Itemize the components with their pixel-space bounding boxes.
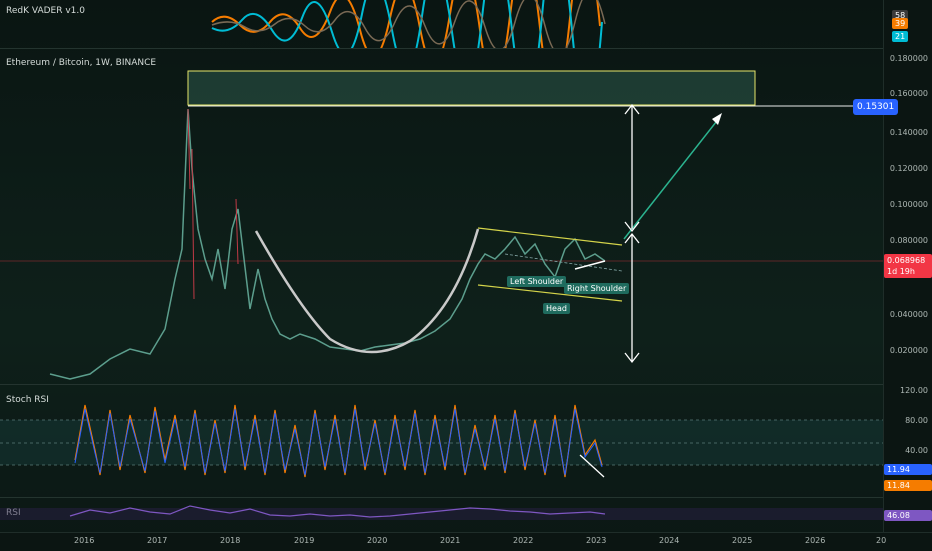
vader-orange-badge: 39 [892,18,909,29]
stoch-tick: 80.00 [905,416,928,425]
vader-waveform [211,0,606,48]
bar-countdown: 1d 19h [887,267,915,276]
stoch-orange-value: 11.84 [884,480,932,491]
year-label: 2023 [586,536,607,545]
tradingview-chart: RedK VADER v1.0 Ethereum / Bitcoin, 1W, … [0,0,932,551]
stoch-rsi-pane[interactable]: Stoch RSI [0,385,884,496]
time-axis[interactable]: 2016 2017 2018 2019 2020 2021 2022 2023 … [0,532,932,551]
target-zone [187,70,756,106]
year-label: 2019 [294,536,315,545]
price-chart-svg [0,70,884,380]
price-tick: 0.080000 [889,236,928,245]
stoch-blue-value: 11.94 [884,464,932,475]
price-pane[interactable]: Ethereum / Bitcoin, 1W, BINANCE Left Sho… [0,49,884,383]
year-label: 2026 [805,536,826,545]
year-label: 2021 [440,536,461,545]
year-label: 2018 [220,536,241,545]
target-price-badge[interactable]: 0.15301 [853,99,899,115]
rsi-pane[interactable]: RSI [0,498,884,532]
rsi-svg [0,505,884,520]
right-shoulder-label[interactable]: Right Shoulder [564,283,630,294]
channel-top [477,227,623,246]
year-label: 2020 [367,536,388,545]
left-shoulder-label[interactable]: Left Shoulder [507,276,567,287]
price-series [49,108,606,380]
year-label: 2016 [74,536,95,545]
year-label: 2022 [513,536,534,545]
price-tick: 0.140000 [889,128,928,137]
neckline [504,253,623,272]
vader-pane[interactable]: RedK VADER v1.0 [0,0,884,48]
current-price-badge: 0.068968 1d 19h [884,254,932,278]
price-tick: 0.160000 [889,89,928,98]
stoch-tick: 40.00 [905,446,928,455]
year-label: 2024 [659,536,680,545]
rsi-value: 46.08 [884,510,932,521]
head-label[interactable]: Head [543,303,570,314]
year-label: 2025 [732,536,753,545]
price-tick: 0.180000 [889,54,928,63]
cup-curve [254,228,480,354]
breakout-arrow [623,116,721,240]
year-label: 20 [876,536,887,545]
stoch-rsi-svg [0,404,884,478]
current-price-value: 0.068968 [887,256,926,265]
price-tick: 0.120000 [889,164,928,173]
price-axis[interactable]: 58 39 21 0.180000 0.160000 0.140000 0.12… [883,0,932,532]
price-tick: 0.040000 [889,310,928,319]
year-label: 2017 [147,536,168,545]
stoch-tick: 120.00 [900,386,928,395]
price-tick: 0.020000 [889,346,928,355]
price-tick: 0.100000 [889,200,928,209]
vader-cyan-badge: 21 [892,31,909,42]
